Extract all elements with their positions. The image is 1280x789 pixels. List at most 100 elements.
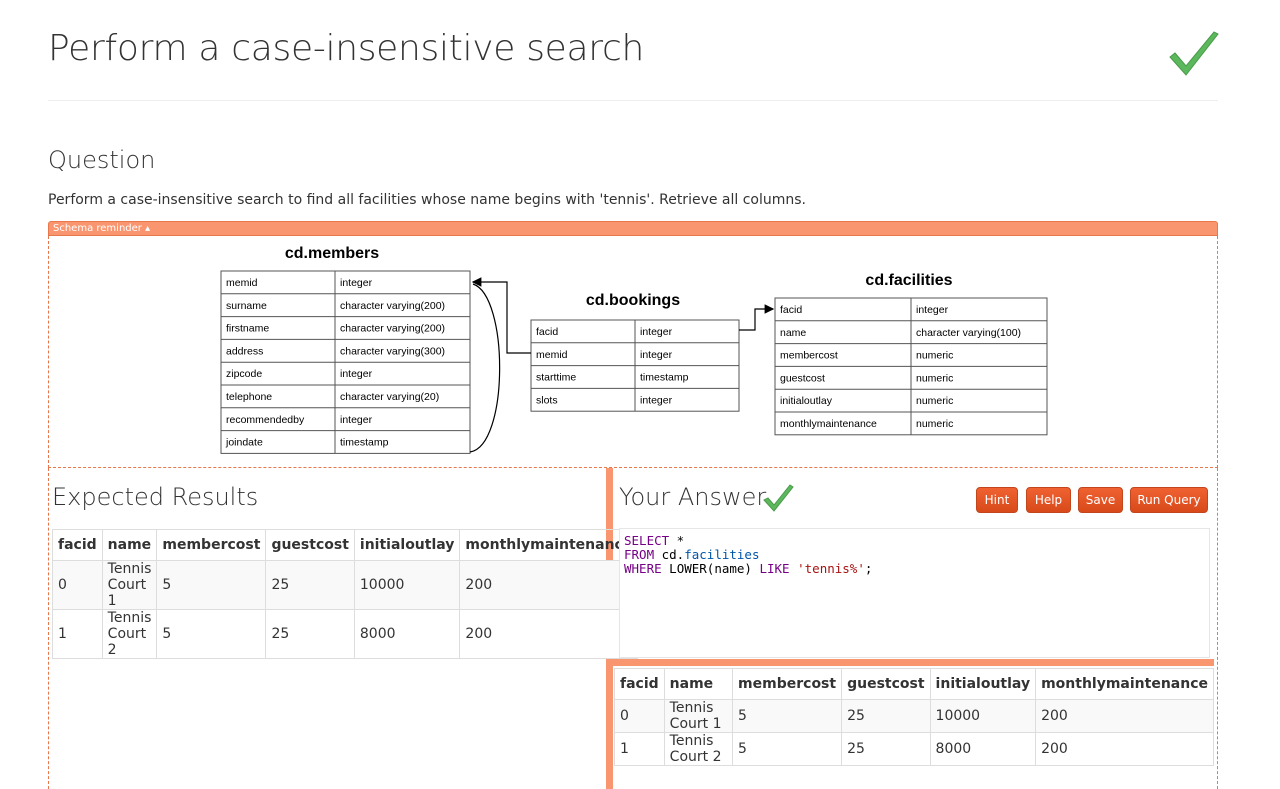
table-cell: 5 — [732, 699, 842, 733]
schema-reminder-toggle[interactable]: Schema reminder ▴ — [48, 221, 1218, 236]
schema-table-bookings: cd.bookings facid integer memid integer start… — [530, 292, 740, 412]
schema-column-name: address — [226, 345, 263, 357]
editor-line: SELECT * — [624, 533, 685, 548]
schema-column-type: numeric — [916, 395, 953, 407]
schema-column-type: integer — [340, 414, 373, 426]
panel-border-right — [1217, 468, 1218, 789]
schema-column-type: timestamp — [640, 372, 689, 384]
table-cell: 200 — [459, 609, 638, 659]
column-header: name — [663, 668, 733, 700]
schema-column-type: character varying(100) — [916, 327, 1021, 339]
sql-editor[interactable]: SELECT * FROM cd.facilities WHERE LOWER(… — [619, 528, 1210, 658]
schema-column-type: integer — [640, 326, 673, 338]
table-cell: 5 — [156, 609, 266, 659]
schema-column-name: joindate — [225, 437, 263, 449]
table-cell: Tennis Court 1 — [663, 699, 733, 733]
schema-table-members: cd.members memid integer surname character v… — [220, 245, 471, 454]
run-query-button[interactable]: Run Query — [1130, 487, 1208, 513]
hint-button[interactable]: Hint — [976, 487, 1018, 513]
schema-column-type: integer — [916, 304, 949, 316]
table-cell: 10000 — [929, 699, 1036, 733]
schema-column-name: recommendedby — [226, 414, 305, 426]
schema-column-type: numeric — [916, 418, 953, 430]
schema-column-type: integer — [340, 277, 373, 289]
column-header: monthlymaintenance — [459, 529, 638, 561]
schema-column-type: integer — [640, 394, 673, 406]
schema-column-name: guestcost — [780, 372, 825, 384]
horizontal-splitter[interactable]: ··· ··· — [613, 654, 1214, 666]
schema-column-type: character varying(20) — [340, 391, 439, 403]
table-cell: 200 — [1035, 732, 1214, 766]
expected-results-heading: Expected Results — [52, 483, 259, 511]
column-header: initialoutlay — [929, 668, 1036, 700]
table-cell: 5 — [732, 732, 842, 766]
schema-column-name: slots — [536, 394, 558, 406]
table-cell: 200 — [459, 560, 638, 610]
schema-column-name: telephone — [226, 391, 272, 403]
column-header: guestcost — [265, 529, 355, 561]
column-header: guestcost — [841, 668, 931, 700]
schema-column-type: character varying(200) — [340, 323, 445, 335]
schema-column-type: character varying(300) — [340, 345, 445, 357]
column-header: facid — [614, 668, 665, 700]
table-cell: 1 — [614, 732, 665, 766]
schema-table-title: cd.members — [285, 245, 379, 262]
table-row: 1 Tennis Court 2 5 25 8000 200 — [52, 609, 638, 659]
schema-column-name: membercost — [780, 350, 838, 362]
schema-column-name: firstname — [226, 323, 269, 335]
table-cell: 5 — [156, 560, 266, 610]
column-header: membercost — [732, 668, 842, 700]
schema-column-name: facid — [536, 326, 558, 338]
schema-column-name: monthlymaintenance — [780, 418, 877, 430]
editor-line: FROM cd.facilities — [624, 547, 760, 562]
schema-column-type: integer — [640, 349, 673, 361]
schema-column-name: starttime — [536, 372, 576, 384]
table-row: 1 Tennis Court 2 5 25 8000 200 — [614, 732, 1214, 766]
schema-column-name: memid — [226, 277, 258, 289]
schema-column-type: character varying(200) — [340, 300, 445, 312]
column-header: facid — [52, 529, 103, 561]
title-divider — [48, 100, 1218, 101]
table-cell: 1 — [52, 609, 103, 659]
schema-column-name: name — [780, 327, 806, 339]
expected-results-table: facid name membercost guestcost initialo… — [52, 529, 639, 659]
column-header: name — [101, 529, 157, 561]
checkmark-icon — [763, 484, 794, 512]
table-cell: Tennis Court 2 — [101, 609, 157, 659]
editor-line: WHERE LOWER(name) LIKE 'tennis%'; — [624, 561, 873, 576]
checkmark-icon — [1169, 31, 1219, 76]
schema-diagram-svg: cd.members memid integer surname character v… — [220, 245, 1048, 454]
schema-column-name: zipcode — [226, 368, 262, 380]
table-cell: Tennis Court 1 — [101, 560, 157, 610]
column-header: initialoutlay — [353, 529, 460, 561]
schema-table-title: cd.facilities — [865, 272, 952, 289]
table-cell: 8000 — [353, 609, 460, 659]
schema-column-type: numeric — [916, 372, 953, 384]
your-answer-heading: Your Answer — [619, 483, 767, 511]
panel-border-left — [48, 468, 49, 789]
schema-table-title: cd.bookings — [586, 292, 680, 309]
table-row: 0 Tennis Court 1 5 25 10000 200 — [52, 560, 638, 610]
table-cell: 0 — [52, 560, 103, 610]
question-heading: Question — [48, 146, 156, 174]
schema-column-type: timestamp — [340, 437, 389, 449]
table-cell: Tennis Court 2 — [663, 732, 733, 766]
table-cell: 25 — [265, 609, 355, 659]
table-row: 0 Tennis Court 1 5 25 10000 200 — [614, 699, 1214, 733]
question-text: Perform a case-insensitive search to fin… — [48, 192, 807, 208]
help-button[interactable]: Help — [1026, 487, 1071, 513]
schema-table-facilities: cd.facilities facid integer name character v… — [774, 272, 1048, 436]
schema-column-name: surname — [226, 300, 267, 312]
table-cell: 25 — [265, 560, 355, 610]
schema-column-name: facid — [780, 304, 802, 316]
schema-column-type: integer — [340, 368, 373, 380]
save-button[interactable]: Save — [1078, 487, 1123, 513]
schema-column-name: initialoutlay — [780, 395, 833, 407]
schema-column-name: memid — [536, 349, 568, 361]
table-cell: 10000 — [353, 560, 460, 610]
schema-diagram: cd.members memid integer surname character v… — [48, 236, 1218, 468]
table-cell: 25 — [841, 732, 931, 766]
page-title: Perform a case-insensitive search — [48, 28, 645, 69]
table-cell: 25 — [841, 699, 931, 733]
schema-column-type: numeric — [916, 350, 953, 362]
